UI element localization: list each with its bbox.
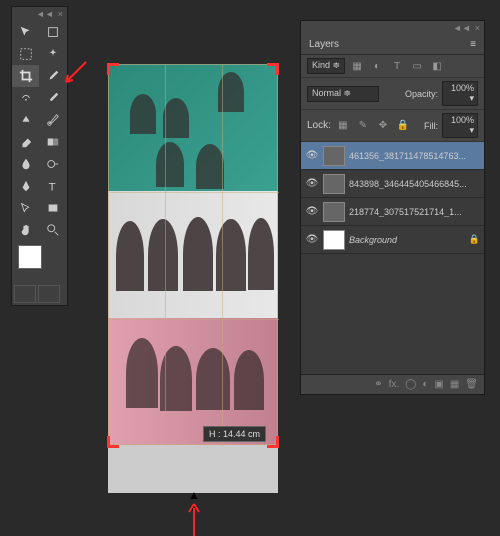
blend-row: Normal ≑ Opacity: 100% ▾	[301, 78, 484, 110]
layers-panel: ◄◄ × Layers ≡ Kind ≑ ▦ ◐ T ▭ ◧ Normal ≑ …	[300, 20, 485, 395]
filter-smart-icon[interactable]: ◧	[429, 59, 445, 73]
filter-pixel-icon[interactable]: ▦	[349, 59, 365, 73]
svg-text:T: T	[49, 181, 56, 193]
new-layer-icon[interactable]: ▦	[450, 379, 459, 390]
lock-row: Lock: ▦ ✎ ✥ 🔒 Fill: 100% ▾	[301, 110, 484, 142]
lock-transparency-icon[interactable]: ▦	[335, 119, 351, 133]
layer-list: 👁 461356_381711478514763... 👁 843898_346…	[301, 142, 484, 374]
visibility-toggle-icon[interactable]: 👁	[305, 178, 319, 189]
screen-mode-buttons	[12, 283, 67, 305]
group-icon[interactable]: ▣	[434, 379, 443, 390]
lock-pixels-icon[interactable]: ✎	[355, 119, 371, 133]
pen-tool[interactable]	[12, 175, 39, 197]
foreground-color-swatch[interactable]	[18, 245, 42, 269]
lock-label: Lock:	[307, 120, 331, 131]
layers-tab-label: Layers	[309, 39, 339, 50]
lock-icon: 🔒	[469, 234, 480, 245]
layer-style-icon[interactable]: fx.	[389, 379, 400, 390]
clone-stamp-tool[interactable]	[12, 109, 39, 131]
artboard-tool[interactable]	[40, 21, 67, 43]
spot-healing-tool[interactable]	[12, 87, 39, 109]
blur-tool[interactable]	[12, 153, 39, 175]
dodge-tool[interactable]	[40, 153, 67, 175]
layer-row[interactable]: 👁 Background 🔒	[301, 226, 484, 254]
crop-extend-area	[108, 445, 278, 493]
layers-panel-header: ◄◄ ×	[301, 21, 484, 35]
layer-thumbnail[interactable]	[323, 202, 345, 222]
eraser-tool[interactable]	[12, 131, 39, 153]
dropdown-icon: ≑	[344, 88, 352, 98]
eyedropper-tool[interactable]	[40, 65, 67, 87]
layers-footer: ⚭ fx. ◯ ◐ ▣ ▦ 🗑	[301, 374, 484, 394]
blend-mode-select[interactable]: Normal ≑	[307, 86, 379, 102]
filter-adjustment-icon[interactable]: ◐	[369, 59, 385, 73]
fill-input[interactable]: 100% ▾	[442, 113, 478, 138]
layer-thumbnail[interactable]	[323, 174, 345, 194]
path-selection-tool[interactable]	[12, 197, 39, 219]
panel-menu-icon[interactable]: ≡	[470, 39, 476, 50]
collapse-icon[interactable]: ◄◄	[453, 23, 471, 33]
canvas[interactable]: H : 14.44 cm ▲▼	[108, 64, 278, 494]
canvas-image-1	[108, 64, 278, 191]
visibility-toggle-icon[interactable]: 👁	[305, 206, 319, 217]
zoom-tool[interactable]	[40, 219, 67, 241]
layer-thumbnail[interactable]	[323, 146, 345, 166]
layer-name[interactable]: 461356_381711478514763...	[349, 151, 480, 161]
close-icon[interactable]: ×	[58, 9, 63, 19]
canvas-image-2	[108, 191, 278, 318]
delete-layer-icon[interactable]: 🗑	[465, 379, 478, 390]
history-brush-tool[interactable]	[40, 109, 67, 131]
rectangular-marquee-tool[interactable]	[12, 43, 39, 65]
visibility-toggle-icon[interactable]: 👁	[305, 234, 319, 245]
close-icon[interactable]: ×	[475, 23, 480, 33]
annotation-arrow-up	[186, 502, 202, 536]
layer-row[interactable]: 👁 218774_307517521714_1...	[301, 198, 484, 226]
lock-position-icon[interactable]: ✥	[375, 119, 391, 133]
quick-mask-toggle[interactable]	[14, 285, 36, 303]
collapse-icon[interactable]: ◄◄	[36, 9, 54, 19]
crop-tool[interactable]	[12, 65, 39, 87]
move-tool[interactable]	[12, 21, 39, 43]
layer-mask-icon[interactable]: ◯	[405, 379, 416, 390]
screen-mode-toggle[interactable]	[38, 285, 60, 303]
adjustment-layer-icon[interactable]: ◐	[422, 379, 428, 390]
layers-tab[interactable]: Layers ≡	[301, 35, 484, 55]
layer-list-empty	[301, 254, 484, 374]
crop-dimension-badge: H : 14.44 cm	[203, 426, 266, 442]
tools-panel-header: ◄◄ ×	[12, 7, 67, 21]
filter-shape-icon[interactable]: ▭	[409, 59, 425, 73]
filter-type-icon[interactable]: T	[389, 59, 405, 73]
opacity-label: Opacity:	[405, 89, 438, 99]
layer-filter-row: Kind ≑ ▦ ◐ T ▭ ◧	[301, 55, 484, 78]
visibility-toggle-icon[interactable]: 👁	[305, 150, 319, 161]
lock-all-icon[interactable]: 🔒	[395, 119, 411, 133]
fill-label: Fill:	[424, 121, 438, 131]
blend-mode-label: Normal	[312, 88, 341, 98]
tools-panel: ◄◄ × T	[11, 6, 68, 306]
layer-name[interactable]: 218774_307517521714_1...	[349, 207, 480, 217]
layer-thumbnail[interactable]	[323, 230, 345, 250]
color-swatches[interactable]	[12, 241, 67, 283]
hand-tool[interactable]	[12, 219, 39, 241]
type-tool[interactable]: T	[40, 175, 67, 197]
gradient-tool[interactable]	[40, 131, 67, 153]
magic-wand-tool[interactable]	[40, 43, 67, 65]
layer-name[interactable]: Background	[349, 235, 465, 245]
filter-kind-select[interactable]: Kind ≑	[307, 58, 345, 74]
layer-row[interactable]: 👁 461356_381711478514763...	[301, 142, 484, 170]
rectangle-tool[interactable]	[40, 197, 67, 219]
tools-grid: T	[12, 21, 67, 241]
layer-name[interactable]: 843898_346445405466845...	[349, 179, 480, 189]
opacity-input[interactable]: 100% ▾	[442, 81, 478, 106]
brush-tool[interactable]	[40, 87, 67, 109]
link-layers-icon[interactable]: ⚭	[374, 379, 382, 390]
layer-row[interactable]: 👁 843898_346445405466845...	[301, 170, 484, 198]
